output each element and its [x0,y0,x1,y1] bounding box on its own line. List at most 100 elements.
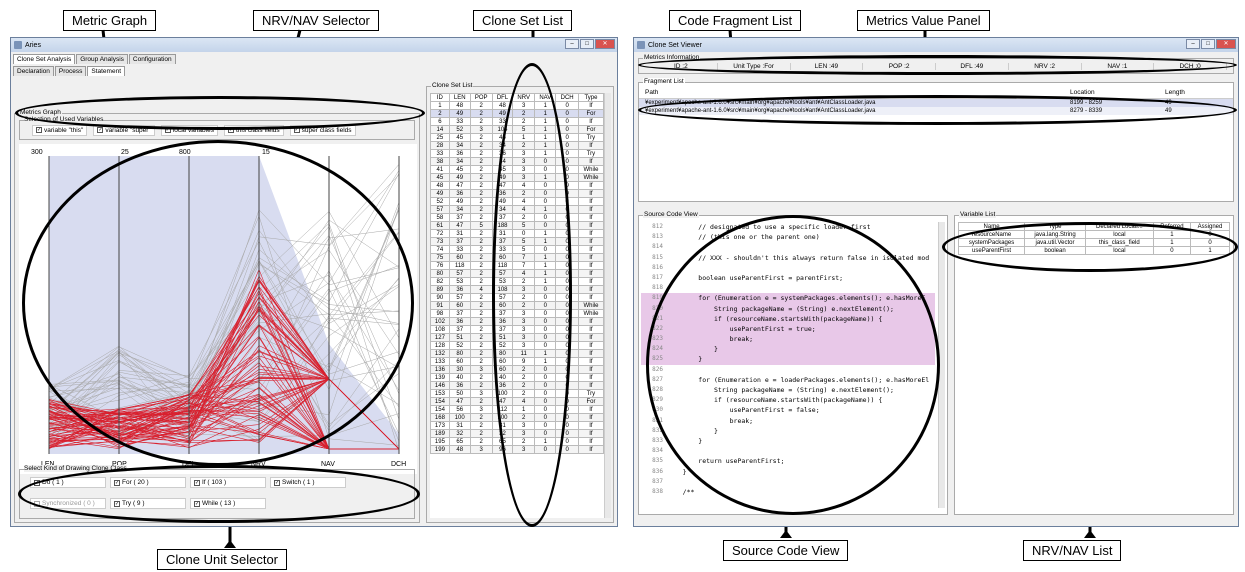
local-variables-checkbox[interactable]: ✓ local variables [160,124,218,136]
clone-set-row[interactable]: 139 40 2 40 2 0 0 If [430,373,604,382]
clone-set-row[interactable]: 80 57 2 57 4 1 0 If [430,269,604,278]
clone-set-row[interactable]: 14 52 3 104 5 1 0 For [430,125,604,134]
clone-set-row[interactable]: 33 36 2 36 3 1 0 Try [430,149,604,158]
maximize-icon[interactable]: □ [1201,39,1215,49]
close-icon[interactable]: ✕ [595,39,615,49]
clone-set-row[interactable]: 90 57 2 57 2 0 0 If [430,293,604,302]
clone-header-cell[interactable]: NAV [534,93,557,102]
clone-header-cell[interactable]: POP [469,93,493,102]
tab-configuration[interactable]: Configuration [128,54,176,64]
super-class-fields-checkbox[interactable]: ✓ super class fields [289,124,356,136]
clone-set-row[interactable]: 173 31 2 31 3 0 0 If [430,421,604,430]
tab-group-analysis[interactable]: Group Analysis [76,54,128,64]
clone-set-row[interactable]: 6 33 2 33 2 1 0 If [430,117,604,126]
kind-while-checkbox[interactable]: ✓ While ( 13 ) [190,498,266,509]
clone-set-row[interactable]: 76 118 2 118 7 1 0 If [430,261,604,270]
clone-cell: 0 [534,373,557,382]
tab-declaration[interactable]: Declaration [13,66,54,76]
clone-set-row[interactable]: 25 45 2 45 1 1 0 Try [430,133,604,142]
clone-set-row[interactable]: 75 60 2 60 7 1 0 If [430,253,604,262]
parallel-coordinates-plot[interactable]: 300 25 800 15 LEN POP DFL NRV NAV DCH [19,144,417,474]
minimize-icon[interactable]: – [1186,39,1200,49]
clone-set-row[interactable]: 28 34 2 34 2 1 0 If [430,141,604,150]
clone-header-cell[interactable]: NRV [512,93,536,102]
kind-try-checkbox[interactable]: ✓ Try ( 9 ) [110,498,186,509]
variable-header-cell[interactable]: Declared Locati... [1084,222,1154,231]
variable-super-checkbox[interactable]: ✓ variable "super" [93,124,155,136]
variable-row[interactable]: useParentFirst boolean local 0 1 [957,246,1230,255]
clone-cell: 0 [555,173,579,182]
kind-synchronized-checkbox[interactable]: Synchronized ( 0 ) [30,498,106,509]
kind-if-checkbox[interactable]: ✓ If ( 103 ) [190,477,266,488]
clone-set-row[interactable]: 133 60 2 60 9 1 0 If [430,357,604,366]
clone-set-row[interactable]: 154 47 2 47 4 0 0 For [430,397,604,406]
variable-this-checkbox[interactable]: ✓ variable "this" [32,124,88,136]
tab-clone-set-analysis[interactable]: Clone Set Analysis [13,54,76,64]
minimize-icon[interactable]: – [565,39,579,49]
clone-header-cell[interactable]: ID [430,93,450,102]
clone-set-row[interactable]: 41 45 2 45 3 0 0 While [430,165,604,174]
clone-set-row[interactable]: 82 53 2 53 2 1 0 If [430,277,604,286]
variable-header-cell[interactable]: Type [1024,222,1086,231]
clone-set-row[interactable]: 128 52 2 52 3 0 0 If [430,341,604,350]
clone-list-scrollbar[interactable] [604,93,611,518]
kind-do-checkbox[interactable]: ✓ Do ( 1 ) [30,477,106,488]
clone-header-cell[interactable]: Type [577,93,604,102]
variable-row[interactable]: systemPackages java.util.Vector this_class… [957,238,1230,247]
clone-set-row[interactable]: 98 37 2 37 3 0 0 While [430,309,604,318]
checkbox-label: this class fields [235,126,280,134]
variable-cell: resourceName [957,230,1026,239]
source-code-area[interactable]: 812 // designated to use a specific load… [641,222,935,508]
clone-set-row[interactable]: 48 47 2 47 4 0 0 If [430,181,604,190]
clone-set-row[interactable]: 2 49 2 49 2 1 0 For [430,109,604,118]
clone-set-row[interactable]: 72 31 2 31 0 1 0 If [430,229,604,238]
clone-set-row[interactable]: 153 50 3 100 2 0 0 Try [430,389,604,398]
code-scrollbar[interactable] [938,222,945,508]
clone-set-row[interactable]: 52 49 2 49 4 0 0 If [430,197,604,206]
clone-set-row[interactable]: 136 30 3 60 2 0 0 If [430,365,604,374]
close-icon[interactable]: ✕ [1216,39,1236,49]
clone-set-row[interactable]: 199 48 3 96 3 0 0 If [430,445,604,454]
clone-header-cell[interactable]: DCH [555,93,579,102]
clone-set-row[interactable]: 189 32 2 32 3 0 0 If [430,429,604,438]
tab-statement[interactable]: Statement [87,66,126,76]
maximize-icon[interactable]: □ [580,39,594,49]
variable-row[interactable]: resourceName java.lang.String local 1 0 [957,230,1230,239]
clone-set-row[interactable]: 61 47 5 188 5 0 0 If [430,221,604,230]
clone-set-row[interactable]: 91 60 2 60 2 0 0 While [430,301,604,310]
clone-cell: If [577,213,604,222]
clone-header-cell[interactable]: LEN [448,93,471,102]
clone-cell: 37 [491,213,514,222]
clone-set-row[interactable]: 108 37 2 37 3 0 0 If [430,325,604,334]
clone-set-row[interactable]: 38 34 2 34 3 0 0 If [430,157,604,166]
clone-set-row[interactable]: 102 36 2 36 3 0 0 If [430,317,604,326]
code-line: 813 // (this one or the parent one) [641,232,935,242]
tab-process[interactable]: Process [54,66,87,76]
clone-set-row[interactable]: 127 51 2 51 3 0 0 If [430,333,604,342]
fragment-row[interactable]: ¥experiment¥apache-ant-1.6.0¥src¥main¥or… [639,99,1233,107]
clone-set-row[interactable]: 89 36 4 108 3 0 0 If [430,285,604,294]
this-class-fields-checkbox[interactable]: ✓ this class fields [223,124,284,136]
variable-header-cell[interactable]: Name [957,222,1026,231]
clone-set-row[interactable]: 154 56 3 112 1 0 0 If [430,405,604,414]
kind-switch-checkbox[interactable]: ✓ Switch ( 1 ) [270,477,346,488]
clone-set-row[interactable]: 1 48 2 48 3 1 0 If [430,101,604,110]
clone-set-row[interactable]: 168 100 2 100 2 0 0 If [430,413,604,422]
clone-header-cell[interactable]: DFL [491,93,514,102]
line-number: 816 [652,263,663,271]
fragment-row[interactable]: ¥experiment¥apache-ant-1.6.0¥src¥main¥or… [639,107,1233,115]
clone-set-row[interactable]: 58 37 2 37 2 0 0 If [430,213,604,222]
variable-header-cell[interactable]: Referred [1152,222,1192,231]
clone-set-row[interactable]: 146 36 2 36 2 0 0 If [430,381,604,390]
kind-for-checkbox[interactable]: ✓ For ( 20 ) [110,477,186,488]
variable-header-cell[interactable]: Assigned [1190,222,1230,231]
clone-set-row[interactable]: 74 33 2 33 5 0 0 If [430,245,604,254]
clone-set-row[interactable]: 57 34 2 34 4 1 0 If [430,205,604,214]
clone-cell: 38 [430,157,450,166]
clone-set-row[interactable]: 73 37 2 37 5 1 0 If [430,237,604,246]
clone-set-row[interactable]: 195 65 2 65 2 1 0 If [430,437,604,446]
clone-set-row[interactable]: 132 80 2 80 11 1 0 If [430,349,604,358]
clone-set-row[interactable]: 49 36 2 36 2 0 0 If [430,189,604,198]
aries-window: Aries – □ ✕ Clone Set Analysis Group Analy… [10,37,618,527]
clone-set-row[interactable]: 45 49 2 49 3 1 0 While [430,173,604,182]
